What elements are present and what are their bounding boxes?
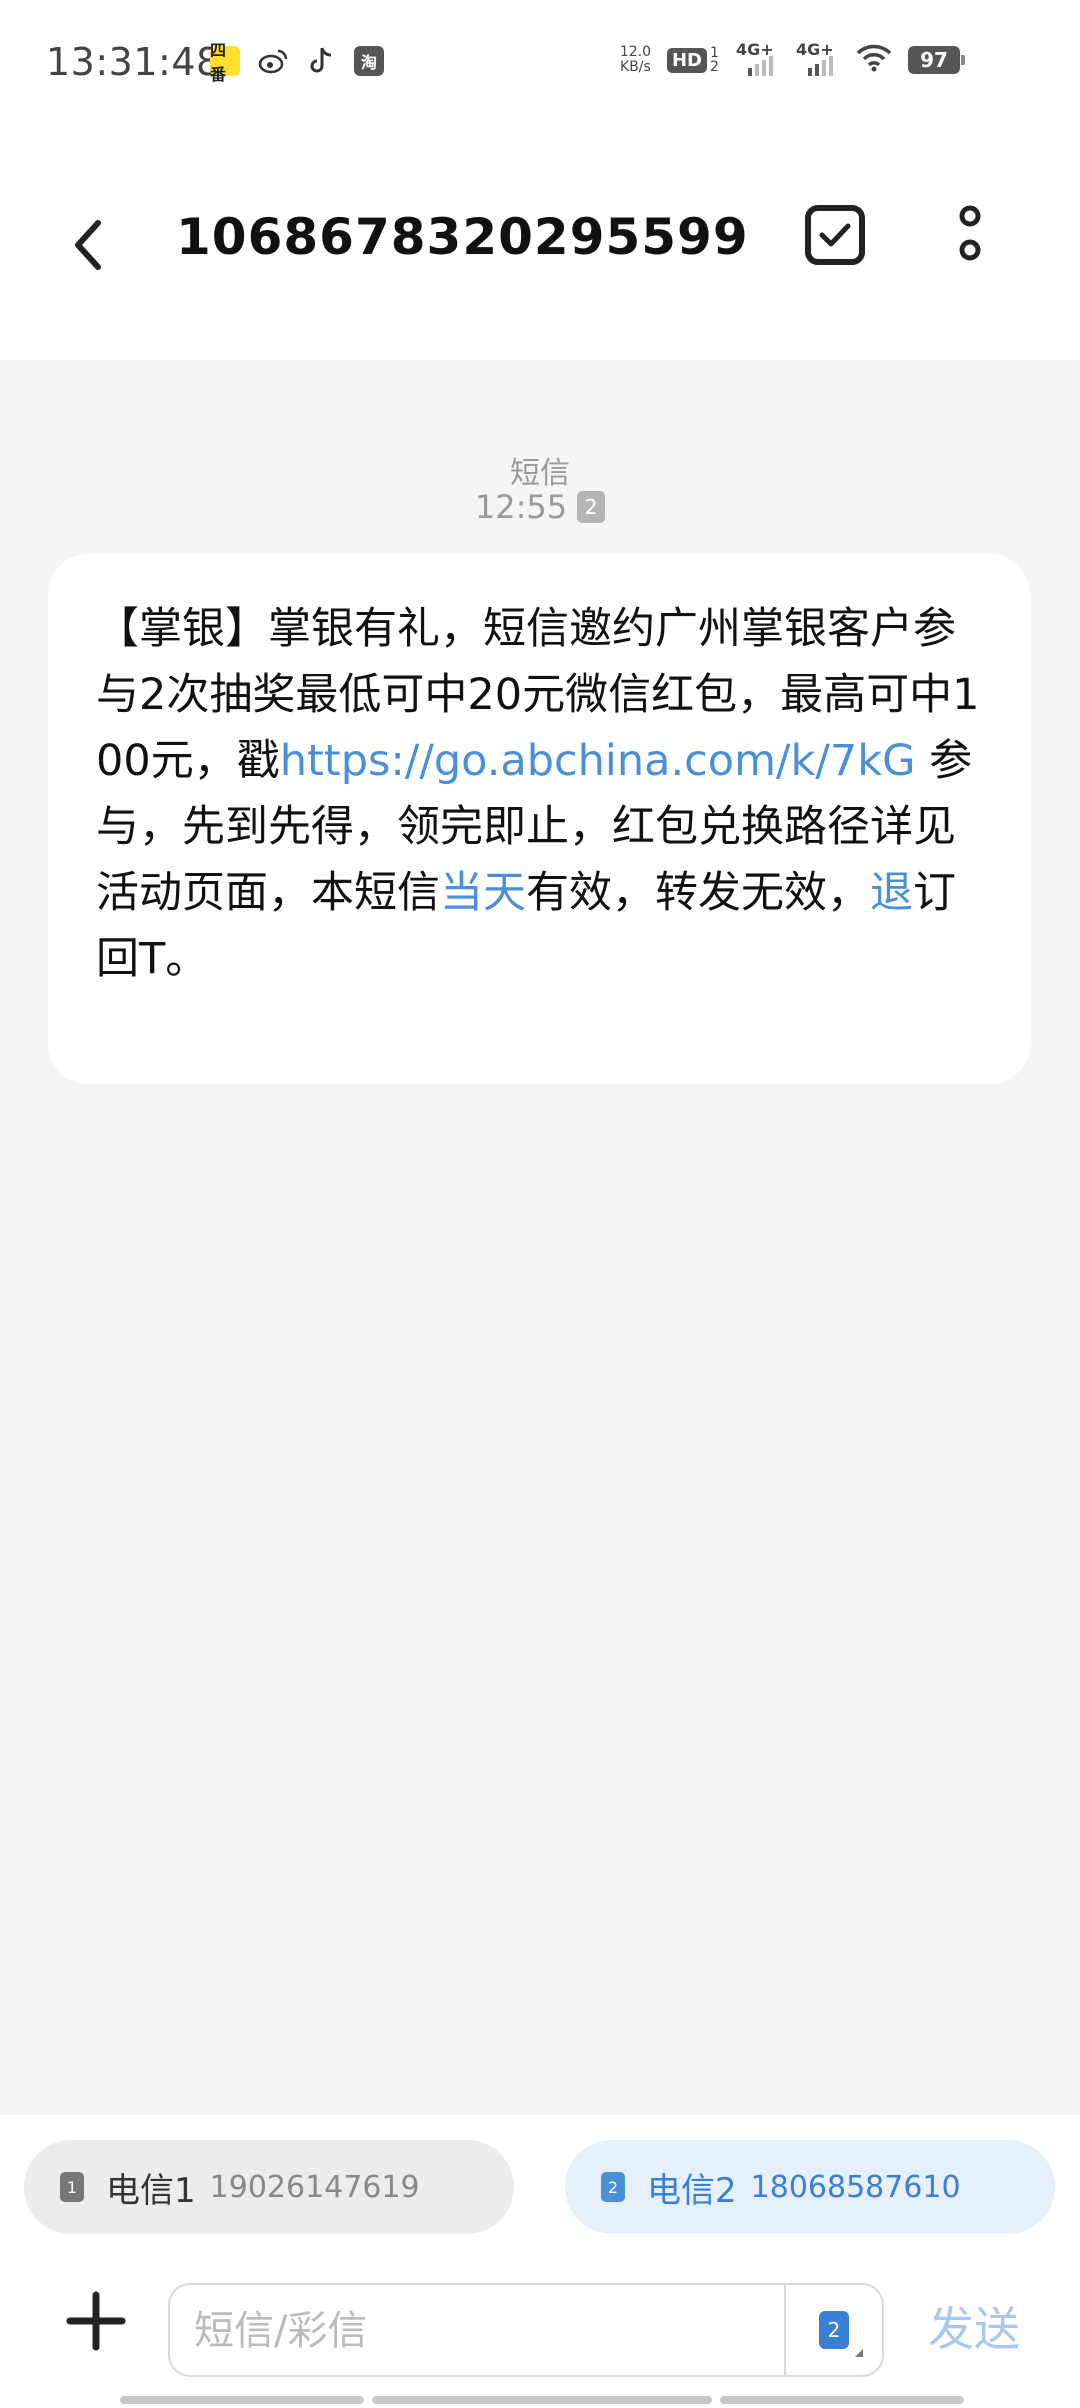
message-text-part-3: 有效，转发无效， bbox=[526, 868, 870, 918]
more-options-button[interactable] bbox=[940, 200, 1000, 270]
sim-2-number: 18068587610 bbox=[750, 2169, 961, 2205]
message-link[interactable]: https://go.abchina.com/k/7kG bbox=[280, 736, 916, 786]
add-attachment-button[interactable] bbox=[60, 2285, 132, 2357]
status-right: 12.0 KB/s HD 1 2 4G+ 4G+ 97 bbox=[620, 40, 965, 76]
sender-number-title: 1068678320295599 bbox=[176, 208, 749, 266]
message-composer: 2 发送 bbox=[0, 2255, 1080, 2408]
conversation-header: 1068678320295599 bbox=[0, 130, 1080, 360]
multi-select-button[interactable] bbox=[800, 200, 870, 270]
yellow-app-icon: 四番 bbox=[210, 41, 240, 84]
sim-selector: 1 电信1 19026147619 2 电信2 18068587610 bbox=[0, 2115, 1080, 2255]
taobao-icon: 淘 bbox=[354, 46, 384, 76]
tiktok-icon bbox=[306, 46, 336, 76]
battery-icon: 97 bbox=[908, 46, 965, 74]
send-sim-switch[interactable]: 2 bbox=[784, 2285, 882, 2375]
hd-indicator: HD 1 2 bbox=[666, 45, 720, 75]
unsubscribe-link[interactable]: 退 bbox=[870, 868, 913, 918]
sim-1-name: 电信1 bbox=[106, 2170, 196, 2211]
status-bar: 13:31:48 四番 淘 12.0 KB/s HD 1 2 4G+ 4G+ 9… bbox=[0, 0, 1080, 130]
navigation-gesture-bar bbox=[120, 2396, 964, 2404]
signal-2-icon: 4G+ bbox=[796, 40, 840, 76]
hd-sub: 1 2 bbox=[710, 45, 719, 75]
sim-2-name: 电信2 bbox=[647, 2170, 737, 2211]
message-time: 12:55 bbox=[474, 488, 568, 526]
message-type-label: 短信 bbox=[510, 456, 570, 491]
sim-1-option[interactable]: 1 电信1 19026147619 bbox=[24, 2140, 514, 2234]
network-speed: 12.0 KB/s bbox=[620, 45, 651, 75]
sim-1-number: 19026147619 bbox=[209, 2169, 420, 2205]
message-list[interactable]: 短信 12:55 2 【掌银】掌银有礼，短信邀约广州掌银客户参与2次抽奖最低可中… bbox=[0, 360, 1080, 2115]
network-speed-unit: KB/s bbox=[620, 59, 651, 75]
hd-badge: HD bbox=[666, 47, 707, 73]
network-speed-value: 12.0 bbox=[619, 44, 651, 60]
signal-1-icon: 4G+ bbox=[736, 40, 780, 76]
more-vertical-icon bbox=[959, 205, 981, 261]
status-app-icons: 四番 淘 bbox=[210, 41, 384, 84]
status-time: 13:31:48 bbox=[46, 40, 221, 84]
plus-icon bbox=[66, 2291, 126, 2351]
sim-card-icon: 2 bbox=[601, 2172, 625, 2202]
sim-card-icon: 1 bbox=[60, 2172, 84, 2202]
sim-2-option[interactable]: 2 电信2 18068587610 bbox=[565, 2140, 1055, 2234]
sim-slot-icon: 2 bbox=[577, 491, 606, 523]
message-text: 【掌银】掌银有礼，短信邀约广州掌银客户参与2次抽奖最低可中20元微信红包，最高可… bbox=[96, 596, 984, 992]
weibo-icon bbox=[258, 46, 288, 76]
sim-card-icon: 2 bbox=[819, 2311, 863, 2357]
message-bubble[interactable]: 【掌银】掌银有礼，短信邀约广州掌银客户参与2次抽奖最低可中20元微信红包，最高可… bbox=[48, 554, 1030, 1084]
checkbox-icon bbox=[805, 205, 865, 265]
message-input-box: 2 bbox=[168, 2283, 884, 2377]
message-input[interactable] bbox=[192, 2285, 736, 2377]
send-button[interactable]: 发送 bbox=[928, 2293, 1020, 2359]
message-meta: 12:55 2 bbox=[0, 488, 1080, 526]
back-button[interactable] bbox=[58, 200, 118, 290]
back-arrow-icon bbox=[75, 220, 101, 270]
date-highlight-link[interactable]: 当天 bbox=[440, 868, 526, 918]
wifi-icon bbox=[856, 44, 892, 76]
